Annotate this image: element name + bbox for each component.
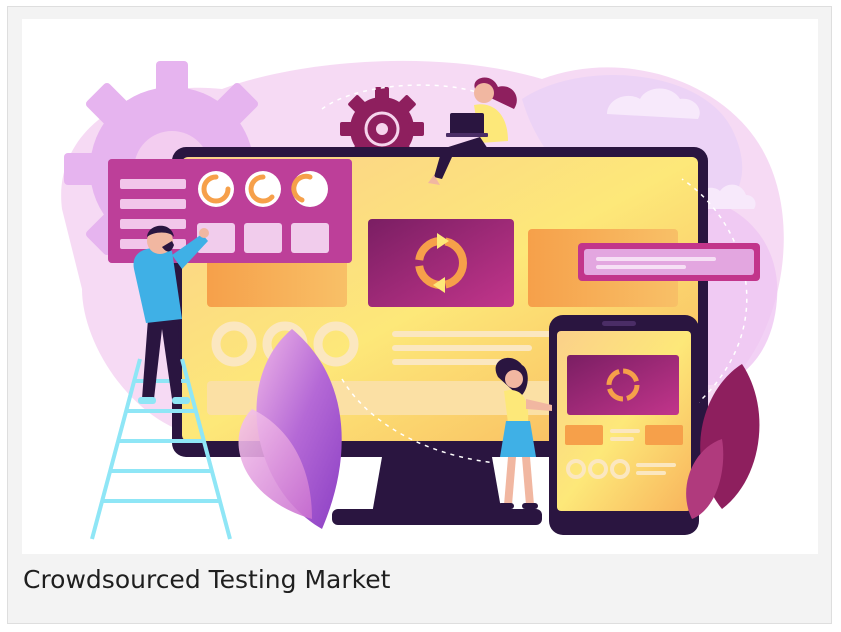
smartphone [549, 315, 699, 535]
screen-panel-center [368, 219, 514, 307]
ui-card-left [108, 159, 352, 263]
product-card[interactable]: Crowdsourced Testing Market [7, 6, 832, 624]
crowdsourced-testing-illustration[interactable] [22, 19, 818, 554]
card-caption[interactable]: Crowdsourced Testing Market [23, 563, 390, 597]
search-bar-graphic [578, 243, 760, 281]
